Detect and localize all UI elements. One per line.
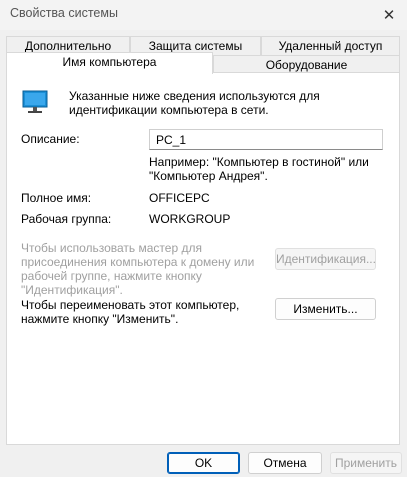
tab-remote[interactable]: Удаленный доступ bbox=[261, 36, 400, 55]
full-name-label: Полное имя: bbox=[21, 191, 92, 205]
close-button[interactable]: ✕ bbox=[371, 0, 407, 30]
workgroup-label: Рабочая группа: bbox=[21, 212, 112, 226]
network-id-text: Чтобы использовать мастер для присоедине… bbox=[21, 241, 255, 297]
cancel-button[interactable]: Отмена bbox=[248, 452, 322, 474]
tab-label: Дополнительно bbox=[24, 39, 112, 53]
tab-label: Защита системы bbox=[148, 39, 243, 53]
change-button[interactable]: Изменить... bbox=[275, 298, 376, 320]
title-bar: Свойства системы ✕ bbox=[0, 0, 407, 30]
ok-button[interactable]: OK bbox=[167, 452, 240, 474]
tab-label: Имя компьютера bbox=[62, 55, 157, 69]
computer-icon bbox=[22, 90, 48, 113]
tab-computer-name[interactable]: Имя компьютера bbox=[6, 52, 213, 74]
tab-label: Удаленный доступ bbox=[278, 39, 383, 53]
workgroup-value: WORKGROUP bbox=[149, 212, 231, 226]
rename-text: Чтобы переименовать этот компьютер, нажм… bbox=[21, 298, 240, 326]
description-example: Например: "Компьютер в гостиной" или "Ко… bbox=[149, 155, 369, 183]
tab-label: Оборудование bbox=[265, 58, 348, 72]
full-name-value: OFFICEPC bbox=[149, 191, 210, 205]
info-text: Указанные ниже сведения используются для… bbox=[69, 89, 320, 117]
network-id-button[interactable]: Идентификация... bbox=[275, 248, 376, 270]
apply-button[interactable]: Применить bbox=[330, 452, 402, 474]
window-title: Свойства системы bbox=[10, 6, 118, 20]
description-input[interactable] bbox=[149, 129, 383, 150]
close-icon: ✕ bbox=[382, 7, 396, 24]
computer-name-panel: Указанные ниже сведения используются для… bbox=[6, 72, 400, 445]
description-label: Описание: bbox=[21, 132, 80, 146]
